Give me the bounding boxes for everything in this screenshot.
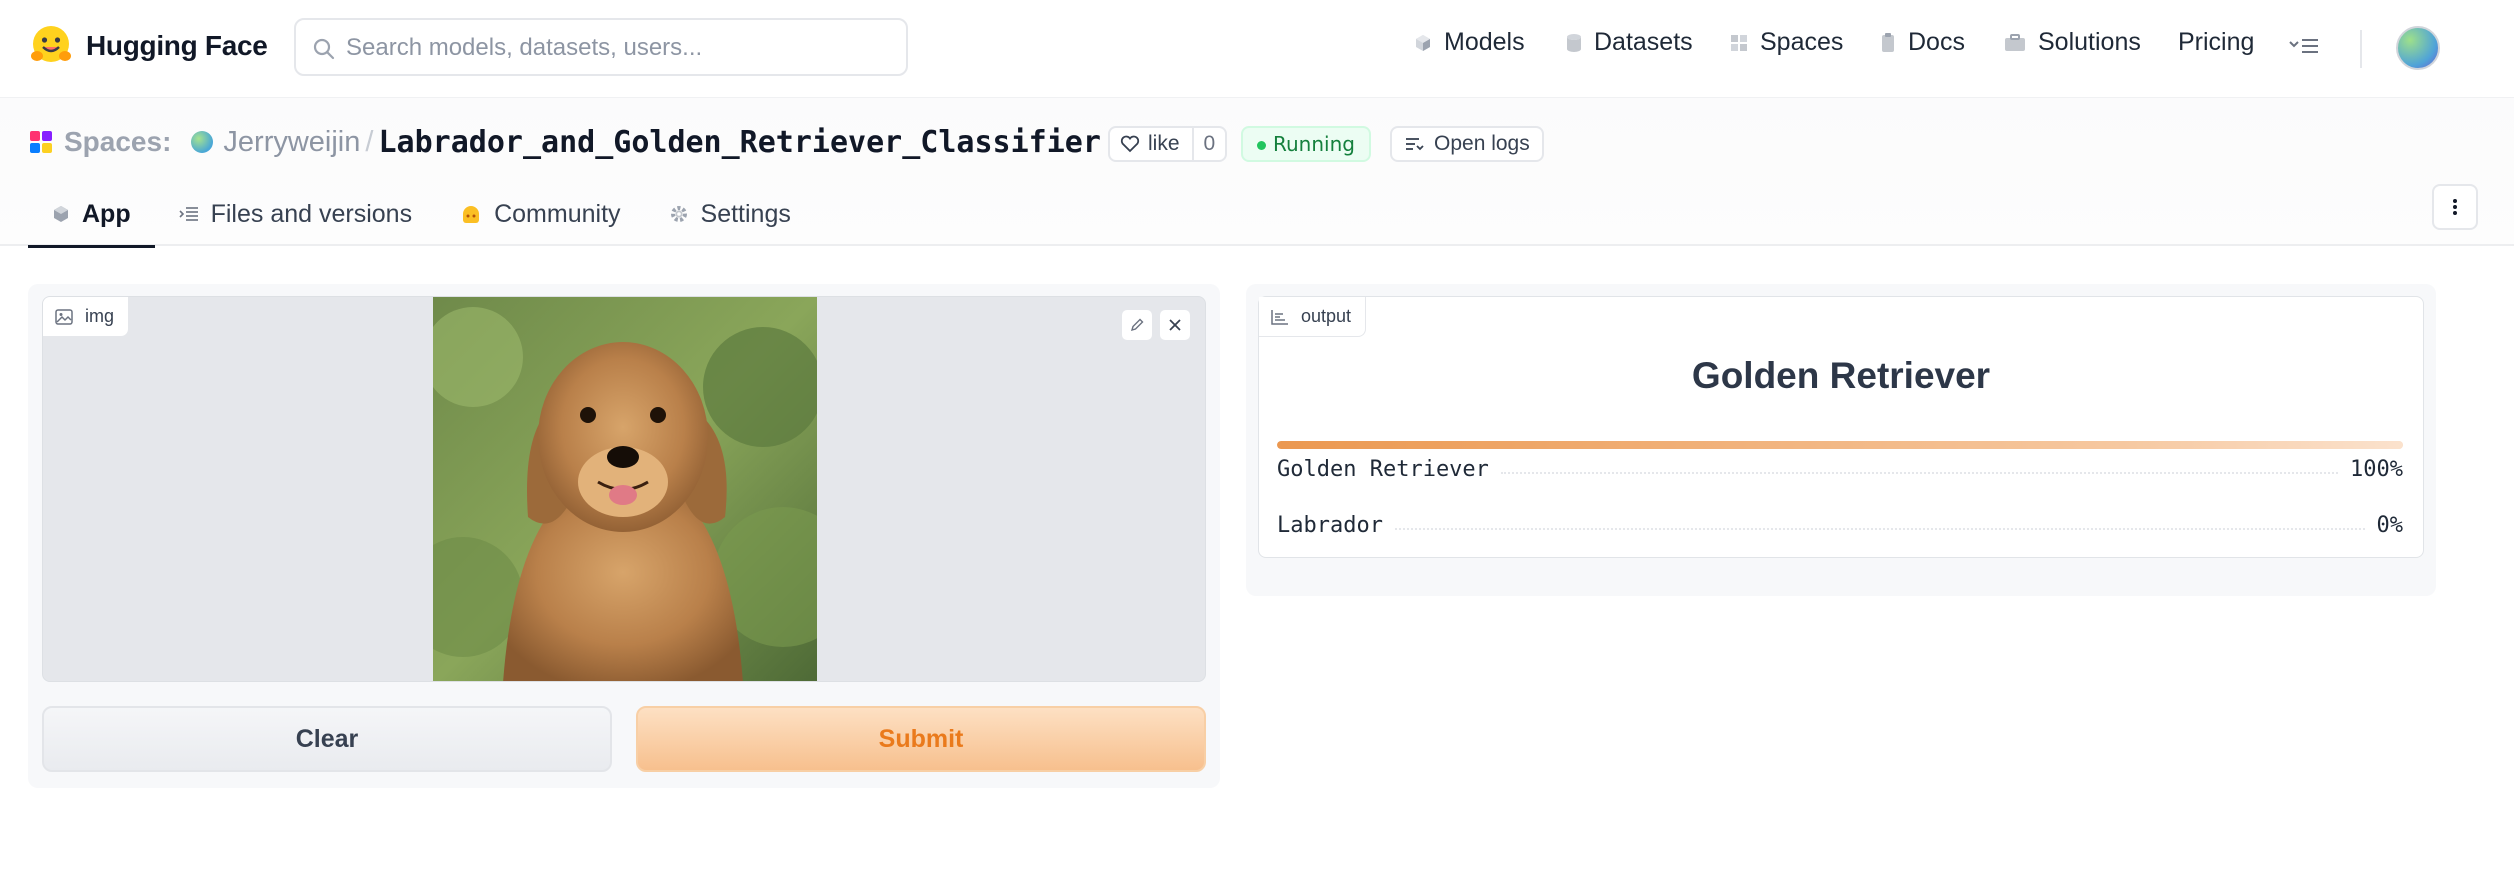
tab-settings-label: Settings [700,199,791,228]
image-icon [55,308,73,325]
tab-community-label: Community [494,199,621,228]
input-panel: img Clear Submit [28,284,1220,788]
confidence-row[interactable]: Labrador 0% [1277,509,2403,541]
like-label: like [1148,132,1180,155]
menu-chevron-icon [2289,39,2318,53]
breadcrumb: Spaces: Jerryweijin / Labrador_and_Golde… [30,124,1135,160]
nav-models-label: Models [1444,28,1525,56]
briefcase-icon [2004,33,2026,52]
cube-icon [1414,34,1432,52]
brand-name: Hugging Face [86,30,268,61]
confidence-row[interactable]: Golden Retriever 100% [1277,453,2403,485]
space-tabs: App Files and versions Community Setting… [28,182,815,248]
submit-button[interactable]: Submit [636,706,1206,772]
spaces-label: Spaces: [64,126,172,157]
confidence-leader [1394,528,2365,530]
document-icon [1880,32,1896,53]
grid-icon [1730,34,1748,52]
tab-files-and-versions[interactable]: Files and versions [155,182,436,246]
nav-docs-label: Docs [1908,28,1965,56]
gear-icon [669,204,689,224]
confidence-leader [1500,472,2339,474]
tab-app[interactable]: App [28,182,155,248]
remove-image-button[interactable] [1159,309,1191,341]
tab-app-label: App [82,199,131,228]
input-label-text: img [85,306,115,326]
heart-icon [1120,135,1140,153]
files-icon [179,206,199,222]
clear-button[interactable]: Clear [42,706,612,772]
search-box[interactable] [294,18,908,76]
owner-avatar [191,131,214,153]
nav-solutions-label: Solutions [2038,28,2141,56]
close-icon [1169,319,1181,331]
community-icon [460,204,482,224]
confidence-bar-fill [1277,441,2403,449]
spaces-logo-icon [30,131,52,153]
nav-datasets-label: Datasets [1594,28,1693,56]
nav-pricing-label: Pricing [2178,28,2255,56]
user-avatar[interactable] [2396,26,2440,70]
search-icon [313,38,335,60]
tab-community[interactable]: Community [436,182,644,246]
hugging-face-logo-icon [31,26,71,62]
like-button-main[interactable]: like [1110,128,1194,160]
output-panel: output Golden Retriever Golden Retriever… [1246,284,2436,596]
confidence-value: 0% [2376,512,2404,538]
nav-docs[interactable]: Docs [1880,28,1965,57]
top-navbar: Hugging Face Models Datasets Spaces Docs [0,0,2514,98]
nav-divider [2360,30,2362,68]
nav-pricing[interactable]: Pricing [2178,28,2254,57]
nav-models[interactable]: Models [1414,28,1525,57]
owner-link[interactable]: Jerryweijin [223,126,360,159]
uploaded-dog-image [433,297,817,681]
confidence-label: Golden Retriever [1277,456,1489,482]
space-header: Spaces: Jerryweijin / Labrador_and_Golde… [0,98,2514,248]
output-label-text: output [1301,306,1352,326]
pencil-icon [1130,318,1144,332]
search-input[interactable] [346,30,886,66]
confidence-bar [1277,441,2403,449]
nav-solutions[interactable]: Solutions [2004,28,2141,57]
nav-more-menu[interactable] [2288,34,2320,63]
like-button[interactable]: like 0 [1108,126,1228,162]
logs-icon [1404,135,1424,153]
label-output: output Golden Retriever Golden Retriever… [1258,296,2424,558]
more-vertical-icon [2453,199,2457,215]
breadcrumb-separator: / [365,125,374,158]
repo-name-link[interactable]: Labrador_and_Golden_Retriever_Classifier [378,125,1100,160]
open-logs-button[interactable]: Open logs [1390,126,1544,162]
nav-spaces-label: Spaces [1760,28,1844,56]
tab-files-label: Files and versions [210,199,413,228]
input-label: img [43,297,130,337]
image-input[interactable]: img [42,296,1206,682]
confidence-value: 100% [2350,456,2403,482]
nav-datasets[interactable]: Datasets [1566,28,1693,57]
open-logs-label: Open logs [1434,132,1530,155]
cube-icon [52,205,70,223]
chart-icon [1271,309,1289,325]
like-count[interactable]: 0 [1194,132,1226,156]
database-icon [1566,33,1582,53]
tab-settings[interactable]: Settings [645,182,815,246]
brand-link[interactable]: Hugging Face [28,23,268,69]
nav-spaces[interactable]: Spaces [1730,28,1843,57]
status-badge: Running [1241,126,1371,162]
confidence-label: Labrador [1277,512,1383,538]
edit-image-button[interactable] [1121,309,1153,341]
output-label: output [1259,297,1367,337]
predicted-label: Golden Retriever [1691,355,1991,396]
more-options-button[interactable] [2432,184,2478,230]
